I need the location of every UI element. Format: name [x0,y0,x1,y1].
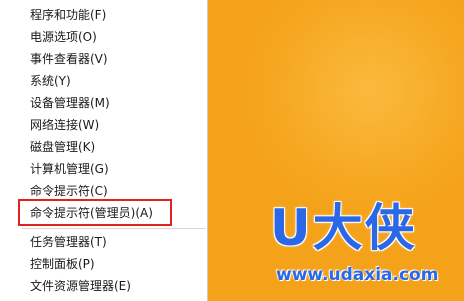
menu-item-programs-features[interactable]: 程序和功能(F) [0,4,207,26]
menu-item-device-manager[interactable]: 设备管理器(M) [0,92,207,114]
menu-item-power-options[interactable]: 电源选项(O) [0,26,207,48]
menu-item-network-connections[interactable]: 网络连接(W) [0,114,207,136]
menu-item-system[interactable]: 系统(Y) [0,70,207,92]
brand-logo-text: U大侠 [270,199,417,257]
menu-item-control-panel[interactable]: 控制面板(P) [0,253,207,275]
desktop-glow [240,0,464,220]
highlight-annotation-box [18,199,172,226]
menu-item-computer-management[interactable]: 计算机管理(G) [0,158,207,180]
menu-item-file-explorer[interactable]: 文件资源管理器(E) [0,275,207,297]
winx-context-menu: 程序和功能(F) 电源选项(O) 事件查看器(V) 系统(Y) 设备管理器(M)… [0,0,208,301]
brand-watermark: U大侠 [270,200,460,260]
desktop-background: 程序和功能(F) 电源选项(O) 事件查看器(V) 系统(Y) 设备管理器(M)… [0,0,464,301]
menu-separator [22,228,206,229]
menu-item-event-viewer[interactable]: 事件查看器(V) [0,48,207,70]
watermark-url: www.udaxia.com [276,265,439,285]
menu-item-task-manager[interactable]: 任务管理器(T) [0,231,207,253]
menu-item-disk-management[interactable]: 磁盘管理(K) [0,136,207,158]
